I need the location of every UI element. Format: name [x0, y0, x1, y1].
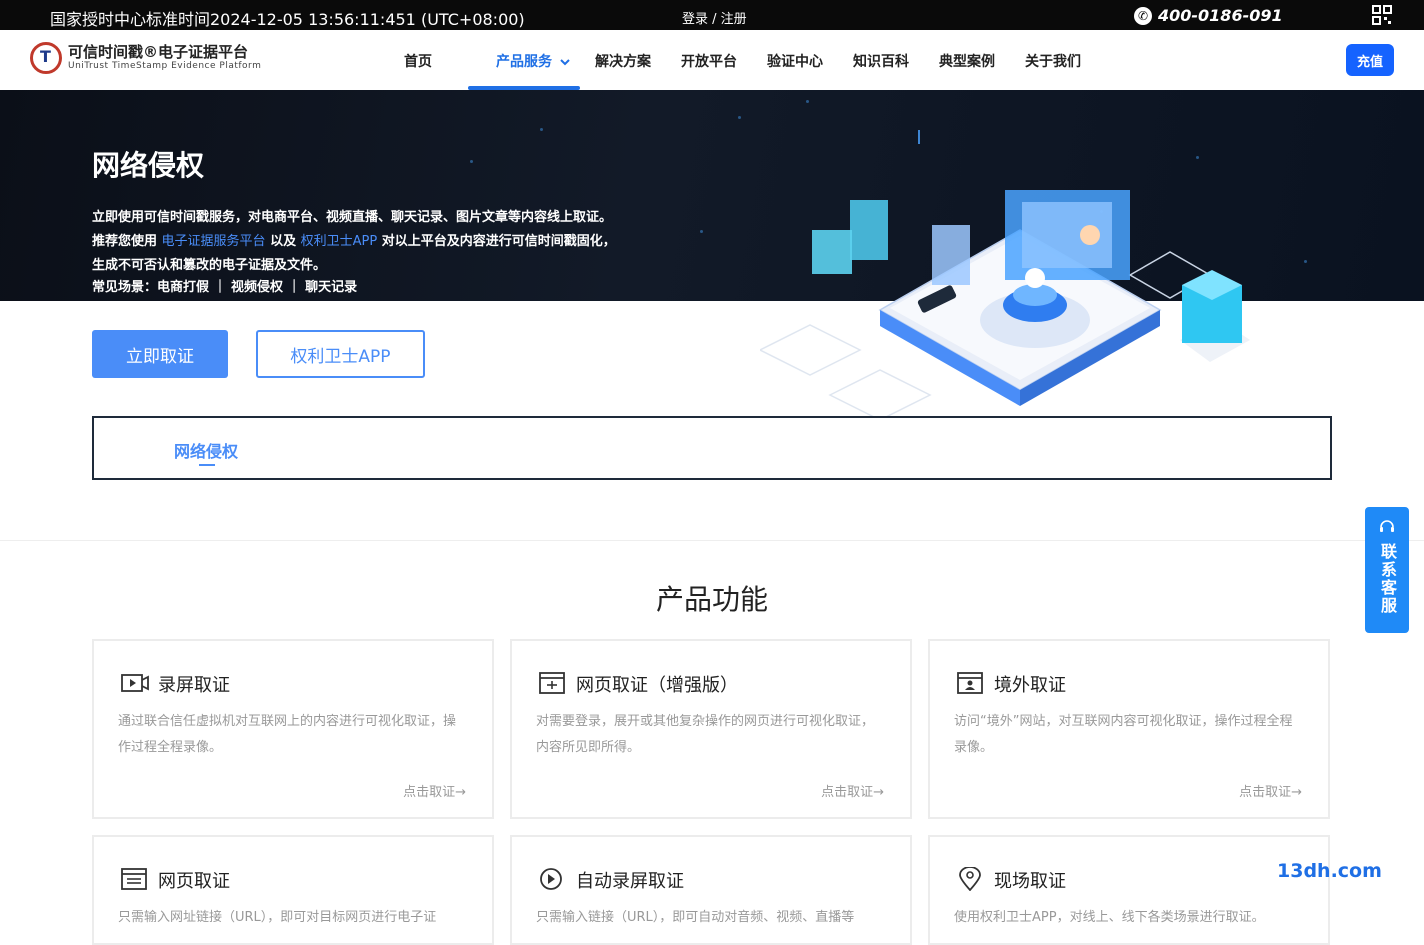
- hero-title: 网络侵权: [92, 149, 205, 182]
- headset-icon: [1380, 520, 1394, 532]
- feature-card-link[interactable]: 点击取证→: [1239, 781, 1302, 800]
- login-register-link[interactable]: 登录 / 注册: [682, 8, 747, 27]
- hero-line-2-text-b: 以及: [270, 234, 297, 249]
- feature-card-title: 网页取证（增强版）: [576, 675, 738, 696]
- nav-item-products[interactable]: 产品服务: [496, 51, 571, 71]
- webpage-plus-icon: [539, 672, 565, 694]
- nav-item-solutions[interactable]: 解决方案: [595, 51, 651, 71]
- feature-card-auto-record[interactable]: 自动录屏取证 只需输入链接（URL），即可自动对音频、视频、直播等: [510, 835, 912, 945]
- hero-line-1: 立即使用可信时间戳服务，对电商平台、视频直播、聊天记录、图片文章等内容线上取证。: [92, 210, 613, 225]
- feature-card-text: 通过联合信任虚拟机对互联网上的内容进行可视化取证，操作过程全程录像。: [118, 714, 457, 755]
- logo-name: 可信时间戳®电子证据平台: [68, 43, 249, 61]
- nav-item-verification[interactable]: 验证中心: [767, 51, 823, 71]
- logo-subtitle: UniTrust TimeStamp Evidence Platform: [68, 61, 262, 71]
- feature-card-link[interactable]: 点击取证→: [403, 781, 466, 800]
- webpage-icon: [121, 868, 147, 890]
- nav-item-about[interactable]: 关于我们: [1025, 51, 1081, 71]
- feature-card-text: 使用权利卫士APP，对线上、线下各类场景进行取证。: [954, 910, 1265, 925]
- nav-item-products-label: 产品服务: [496, 54, 552, 70]
- top-bar: 国家授时中心标准时间2024-12-05 13:56:11:451 (UTC+0…: [0, 0, 1424, 30]
- feature-card-text: 只需输入链接（URL），即可自动对音频、视频、直播等: [536, 910, 855, 925]
- play-circle-icon: [540, 868, 562, 890]
- feature-card-onsite[interactable]: 现场取证 使用权利卫士APP，对线上、线下各类场景进行取证。: [928, 835, 1330, 945]
- hero-description: 立即使用可信时间戳服务，对电商平台、视频直播、聊天记录、图片文章等内容线上取证。…: [92, 206, 616, 278]
- tab-network-infringement[interactable]: 网络侵权: [174, 438, 238, 462]
- section-divider: [0, 540, 1424, 541]
- location-pin-icon: [959, 867, 981, 891]
- hero-scenes: 常见场景：电商打假 ｜ 视频侵权 ｜ 聊天记录: [92, 280, 358, 295]
- webpage-user-icon: [957, 672, 983, 694]
- feature-card-title: 现场取证: [994, 871, 1066, 892]
- hero-line-2: 推荐您使用 电子证据服务平台 以及 权利卫士APP 对以上平台及内容进行可信时间…: [92, 230, 616, 254]
- chevron-down-icon: [560, 59, 570, 66]
- hero-line-2-text-c: 对以上平台及内容进行可信时间戳固化，: [381, 234, 616, 249]
- feature-card-title: 网页取证: [158, 871, 230, 892]
- feature-card-overseas[interactable]: 境外取证 访问“境外”网站，对互联网内容可视化取证，操作过程全程录像。 点击取证…: [928, 639, 1330, 819]
- feature-card-webpage-enhanced[interactable]: 网页取证（增强版） 对需要登录，展开或其他复杂操作的网页进行可视化取证，内容所见…: [510, 639, 912, 819]
- feature-card-text: 访问“境外”网站，对互联网内容可视化取证，操作过程全程录像。: [954, 714, 1293, 755]
- contact-service-button[interactable]: 联系客服: [1365, 507, 1409, 633]
- nav-item-wiki[interactable]: 知识百科: [853, 51, 909, 71]
- feature-card-text: 只需输入网址链接（URL），即可对目标网页进行电子证: [118, 910, 437, 925]
- hero-line-2-text-a: 推荐您使用: [92, 234, 158, 249]
- feature-card-text: 对需要登录，展开或其他复杂操作的网页进行可视化取证，内容所见即所得。: [536, 714, 875, 755]
- feature-card-webpage[interactable]: 网页取证 只需输入网址链接（URL），即可对目标网页进行电子证: [92, 835, 494, 945]
- site-logo[interactable]: 可信时间戳®电子证据平台 UniTrust TimeStamp Evidence…: [30, 42, 261, 74]
- recharge-button[interactable]: 充值: [1346, 44, 1394, 76]
- feature-card-title: 境外取证: [994, 675, 1066, 696]
- logo-mark-icon: [30, 42, 62, 74]
- start-evidence-button[interactable]: 立即取证: [92, 330, 228, 378]
- hotline: ✆ 400-0186-091: [1134, 6, 1283, 25]
- phone-icon: ✆: [1134, 6, 1152, 25]
- rights-guard-app-link[interactable]: 权利卫士APP: [301, 234, 378, 249]
- evidence-platform-illustration: [760, 190, 1250, 421]
- feature-card-link[interactable]: 点击取证→: [821, 781, 884, 800]
- hotline-number: 400-0186-091: [1158, 6, 1283, 25]
- contact-service-label: 联系客服: [1378, 543, 1397, 615]
- hero-line-3: 生成不可否认和篡改的电子证据及文件。: [92, 258, 327, 273]
- video-icon: [121, 674, 149, 692]
- main-nav: 可信时间戳®电子证据平台 UniTrust TimeStamp Evidence…: [0, 30, 1424, 90]
- site-watermark: 13dh.com: [1277, 860, 1382, 882]
- rights-guard-app-button[interactable]: 权利卫士APP: [256, 330, 425, 378]
- nav-item-home[interactable]: 首页: [404, 51, 432, 71]
- scene-tab-bar: 网络侵权: [92, 416, 1332, 480]
- feature-card-title: 自动录屏取证: [576, 871, 684, 892]
- evidence-platform-link[interactable]: 电子证据服务平台: [162, 234, 266, 249]
- feature-card-screen-record[interactable]: 录屏取证 通过联合信任虚拟机对互联网上的内容进行可视化取证，操作过程全程录像。 …: [92, 639, 494, 819]
- tab-active-indicator: [199, 464, 215, 466]
- nav-item-open-platform[interactable]: 开放平台: [681, 51, 737, 71]
- qr-code-icon[interactable]: [1372, 5, 1392, 25]
- features-title: 产品功能: [655, 583, 768, 616]
- feature-card-title: 录屏取证: [158, 675, 230, 696]
- nav-item-cases[interactable]: 典型案例: [939, 51, 995, 71]
- standard-time: 国家授时中心标准时间2024-12-05 13:56:11:451 (UTC+0…: [50, 10, 525, 29]
